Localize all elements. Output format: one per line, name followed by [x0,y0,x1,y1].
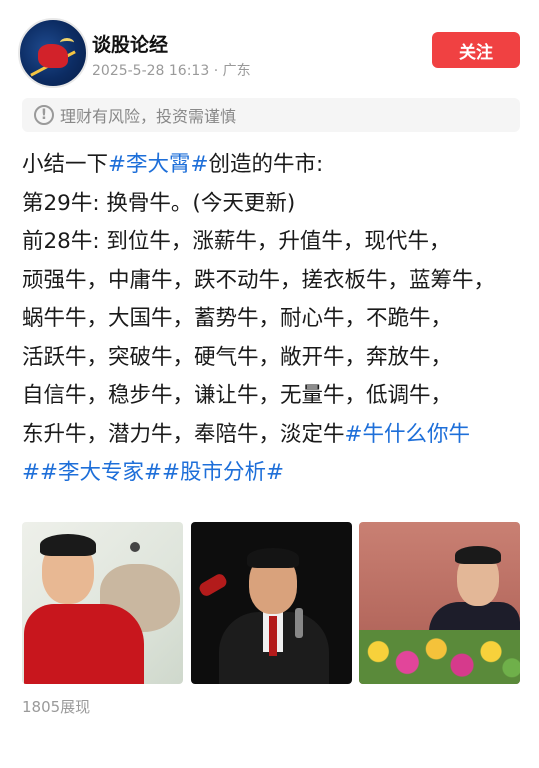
image-gallery [22,522,520,684]
post-meta: 2025-5-28 16:13 · 广东 [92,60,251,80]
post-text: 东升牛，潜力牛，奉陪牛，淡定牛 [22,421,345,447]
microphone-graphic [295,608,303,638]
post-body: 小结一下#李大霄#创造的牛市: 第29牛: 换骨牛。(今天更新) 前28牛: 到位牛… [22,146,527,493]
hashtag-link[interactable]: #牛什么你牛 [345,422,471,447]
avatar-bull-graphic [38,44,68,68]
post-text: 自信牛，稳步牛，谦让牛，无量牛，低调牛， [22,383,453,408]
hair-graphic [247,548,299,568]
post-line: 东升牛，潜力牛，奉陪牛，淡定牛#牛什么你牛 [22,416,527,455]
hair-graphic [455,546,501,564]
post-timestamp: 2025-5-28 16:13 [92,63,210,79]
post-text: 前28牛: 到位牛，涨薪牛，升值牛，现代牛， [22,229,451,254]
post-text: 顽强牛，中庸牛，跌不动牛，搓衣板牛，蓝筹牛， [22,267,496,293]
post-text: 蜗牛牛，大国牛，蓄势牛，耐心牛，不跪牛， [22,306,453,331]
hair-graphic [40,534,96,556]
post-text: 活跃牛，突破牛，硬气牛，敞开牛，奔放牛， [22,344,453,370]
bird-graphic [130,542,140,552]
post-line: ##李大专家##股市分析# [22,454,527,493]
post-text: 第29牛: 换骨牛。(今天更新) [22,190,296,216]
exclamation-circle-icon: ! [34,105,54,125]
post-text: 小结一下 [22,152,109,177]
photo-man-speaking-with-microphone[interactable] [191,522,352,684]
view-count: 1805展现 [22,698,91,716]
flowers-graphic [359,630,520,684]
follow-button[interactable]: 关注 [432,32,520,68]
photo-man-with-flowers[interactable] [359,522,520,684]
post-line: 小结一下#李大霄#创造的牛市: [22,146,527,185]
tie-graphic [269,616,277,656]
post-line: 蜗牛牛，大国牛，蓄势牛，耐心牛，不跪牛， [22,300,527,339]
post-line: 第29牛: 换骨牛。(今天更新) [22,185,527,224]
hashtag-link[interactable]: #李大霄# [108,152,209,177]
post-location: 广东 [222,63,251,79]
hashtag-link[interactable]: ##李大专家##股市分析# [22,460,284,485]
post-line: 自信牛，稳步牛，谦让牛，无量牛，低调牛， [22,377,527,416]
post-text: 创造的牛市: [208,152,324,177]
author-avatar[interactable] [18,18,88,88]
photo-man-red-shirt-with-bull[interactable] [22,522,183,684]
raised-arm-graphic [197,571,229,599]
author-name[interactable]: 谈股论经 [92,30,168,57]
post-line: 顽强牛，中庸牛，跌不动牛，搓衣板牛，蓝筹牛， [22,262,527,301]
meta-separator: · [209,63,223,79]
risk-notice-banner: ! 理财有风险，投资需谨慎 [22,98,520,132]
post-header: 谈股论经 2025-5-28 16:13 · 广东 关注 [0,0,539,90]
avatar-bull-horn-graphic [60,38,74,47]
post-line: 前28牛: 到位牛，涨薪牛，升值牛，现代牛， [22,223,527,262]
red-shirt-graphic [24,604,144,684]
post-line: 活跃牛，突破牛，硬气牛，敞开牛，奔放牛， [22,339,527,378]
risk-notice-text: 理财有风险，投资需谨慎 [60,107,237,126]
